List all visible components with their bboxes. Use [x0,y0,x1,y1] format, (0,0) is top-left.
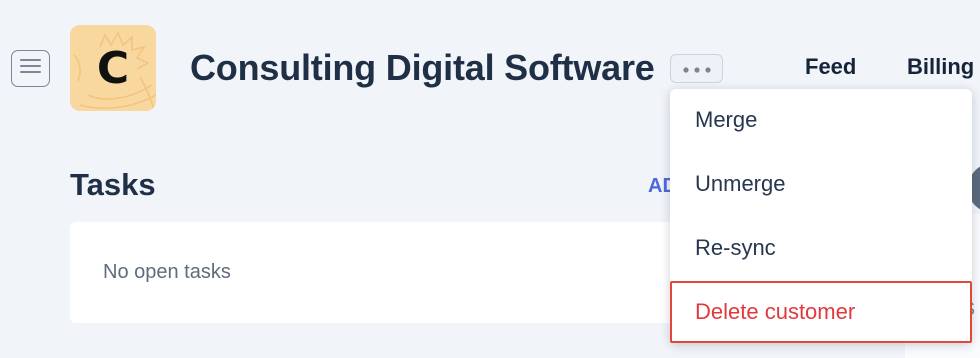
menu-item-merge[interactable]: Merge [670,89,972,151]
menu-item-delete-customer[interactable]: Delete customer [670,281,972,343]
sidebar-toggle-button[interactable] [11,50,50,87]
tab-feed[interactable]: Feed [805,54,856,80]
more-options-dropdown: Merge Unmerge Re-sync Delete customer [670,89,972,343]
ellipsis-icon [682,60,711,78]
tasks-heading: Tasks [70,167,156,202]
menu-item-unmerge[interactable]: Unmerge [670,153,972,215]
avatar-letter: C [96,42,130,94]
more-options-button[interactable] [670,54,723,83]
avatar: C [70,25,156,111]
tasks-empty-text: No open tasks [103,261,231,283]
hamburger-menu-icon [20,58,41,79]
tasks-card: No open tasks [70,222,680,323]
tab-billing[interactable]: Billing [907,54,974,80]
menu-item-resync[interactable]: Re-sync [670,217,972,279]
page-title: Consulting Digital Software [190,47,655,88]
